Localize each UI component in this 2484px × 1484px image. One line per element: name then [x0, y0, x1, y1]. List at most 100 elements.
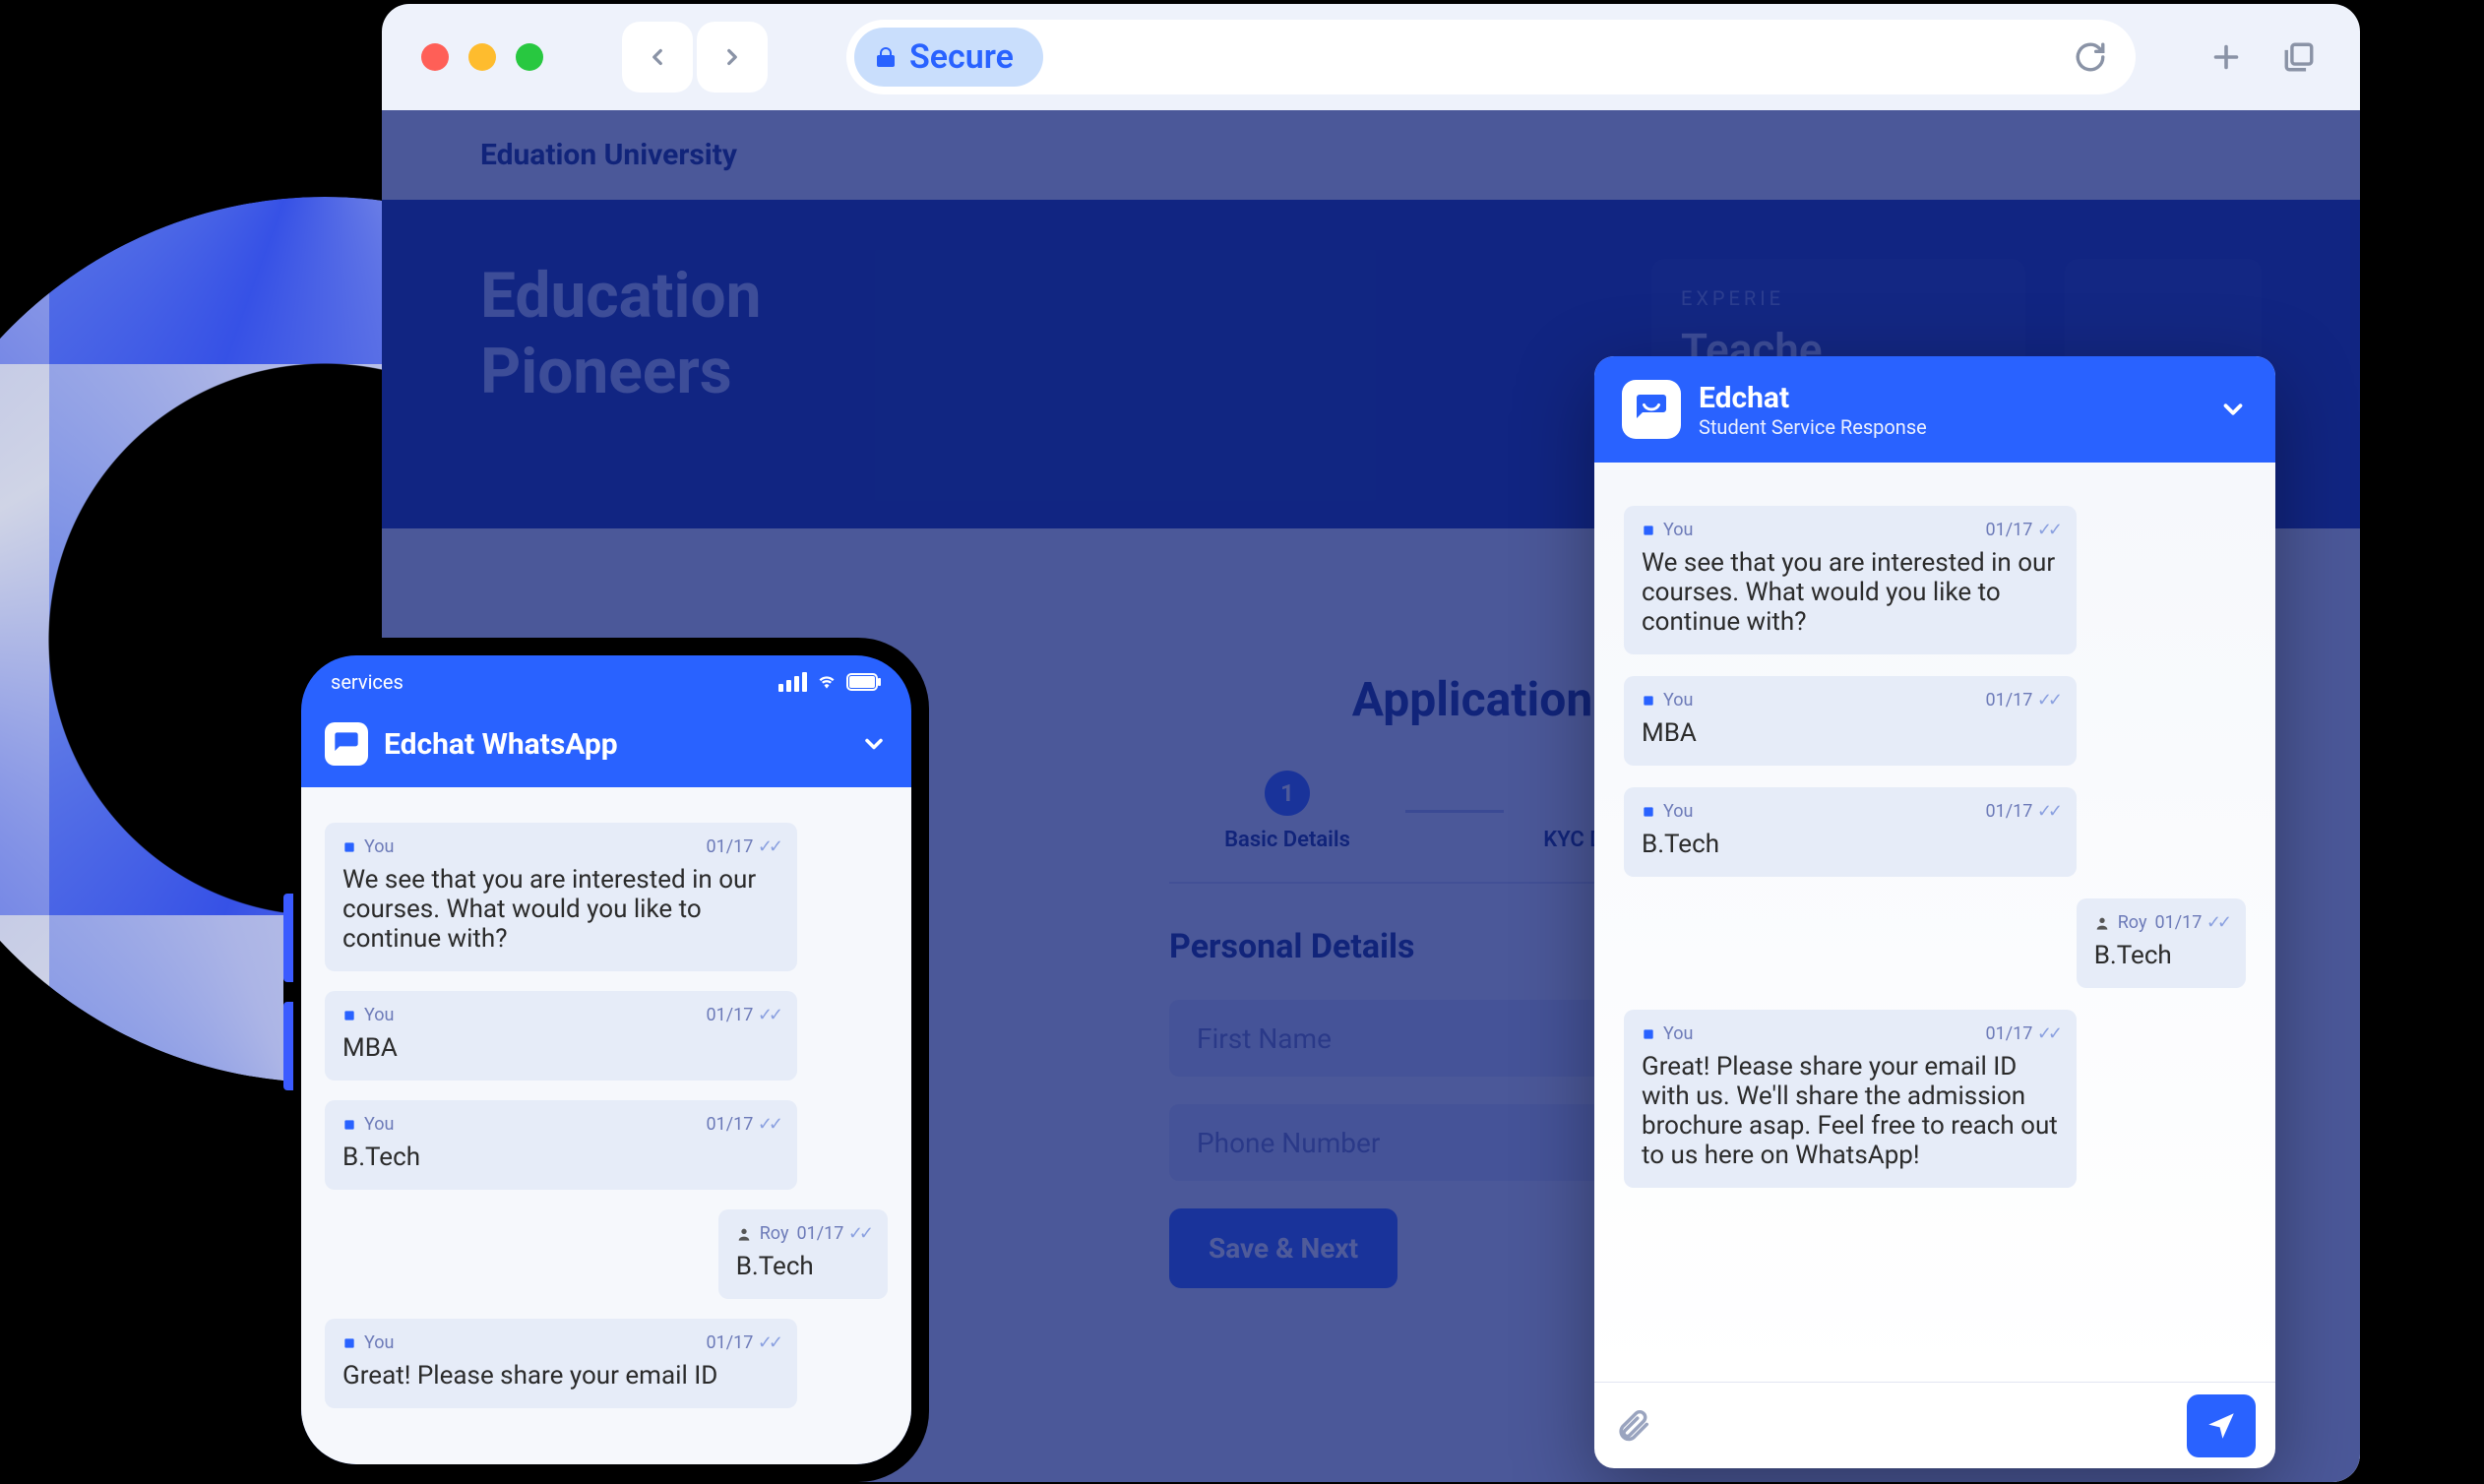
chat-subtitle: Student Service Response [1699, 415, 1927, 439]
chat-message[interactable]: You 01/17 ✓✓ We see that you are intereste… [1624, 506, 2077, 654]
sender-icon [1642, 805, 1655, 819]
read-check-icon: ✓✓ [758, 1114, 779, 1135]
message-text: Great! Please share your email ID [342, 1361, 779, 1391]
sender-name: Roy [2118, 912, 2147, 933]
read-check-icon: ✓✓ [2037, 801, 2059, 822]
phone-screen: services Edchat WhatsApp You 01/17 ✓✓ We s… [301, 655, 911, 1464]
chat-message[interactable]: You 01/17 ✓✓ B.Tech [1624, 787, 2077, 877]
chat-messages: You 01/17 ✓✓ We see that you are intereste… [1594, 463, 2275, 1382]
sender-icon [1642, 694, 1655, 708]
message-date: 01/17 ✓✓ [1985, 520, 2059, 540]
maximize-window-icon[interactable] [516, 43, 543, 71]
sender-icon [1642, 524, 1655, 537]
sender-name: You [1663, 1023, 1693, 1044]
nav-buttons [622, 22, 768, 93]
sender-name: You [364, 1114, 394, 1135]
hero-title-line1: Education [480, 259, 761, 335]
edchat-widget: Edchat Student Service Response You01/17… [1594, 356, 2275, 1468]
back-button[interactable] [622, 22, 693, 93]
chat-message[interactable]: You01/17 ✓✓MBA [1624, 676, 2077, 766]
chevron-down-icon[interactable] [860, 730, 888, 758]
hero-title: Education Pioneers [480, 259, 761, 410]
chevron-down-icon[interactable] [2218, 395, 2248, 424]
message-text: B.Tech [2094, 941, 2228, 970]
close-window-icon[interactable] [421, 43, 449, 71]
reload-button[interactable] [2069, 35, 2112, 79]
message-text: We see that you are interested in our co… [1642, 548, 2059, 637]
sender-icon [736, 1226, 752, 1242]
sender-name: You [364, 836, 394, 857]
whatsapp-chat-header[interactable]: Edchat WhatsApp [301, 709, 911, 787]
message-date: 01/17 ✓✓ [706, 836, 779, 857]
lock-icon [874, 43, 898, 71]
site-header: Eduation University [382, 110, 2360, 200]
whatsapp-chat-title: Edchat WhatsApp [384, 727, 618, 762]
chat-message[interactable]: You01/17 ✓✓Great! Please share your emai… [1624, 1010, 2077, 1188]
whatsapp-messages: You 01/17 ✓✓ We see that you are intereste… [301, 787, 911, 1464]
sender-icon [2094, 915, 2110, 931]
message-text: B.Tech [1642, 830, 2059, 859]
phone-status-bar: services [301, 655, 911, 709]
secure-indicator: Secure [854, 28, 1043, 87]
signal-icon [778, 672, 807, 692]
read-check-icon: ✓✓ [2037, 1023, 2059, 1044]
card-eyebrow: EXPERIE [1681, 286, 1996, 310]
sender-icon [342, 840, 356, 854]
volume-up-button [283, 894, 293, 982]
address-bar[interactable]: Secure [846, 20, 2136, 94]
read-check-icon: ✓✓ [2037, 520, 2059, 540]
read-check-icon: ✓✓ [2206, 912, 2228, 933]
message-date: 01/17 ✓✓ [706, 1114, 779, 1135]
minimize-window-icon[interactable] [468, 43, 496, 71]
battery-icon [846, 673, 882, 691]
message-date: 01/17 ✓✓ [1985, 801, 2059, 822]
chat-message[interactable]: You 01/17 ✓✓ We see that you are intereste… [325, 823, 797, 971]
sender-name: You [1663, 801, 1693, 822]
wifi-icon [815, 672, 838, 692]
read-check-icon: ✓✓ [848, 1223, 870, 1244]
sender-name: You [364, 1005, 394, 1025]
sender-icon [342, 1009, 356, 1022]
step-basic-details[interactable]: 1 Basic Details [1169, 771, 1405, 852]
browser-toolbar: Secure [382, 4, 2360, 110]
chat-header[interactable]: Edchat Student Service Response [1594, 356, 2275, 463]
send-button[interactable] [2187, 1394, 2256, 1457]
read-check-icon: ✓✓ [2037, 690, 2059, 711]
volume-down-button [283, 1002, 293, 1090]
chat-message[interactable]: You 01/17 ✓✓ Great! Please share your emai… [325, 1319, 797, 1408]
chat-message[interactable]: Roy01/17 ✓✓B.Tech [718, 1209, 888, 1299]
carrier-label: services [331, 670, 404, 694]
step-label: Basic Details [1224, 828, 1350, 852]
chat-message[interactable]: Roy01/17 ✓✓B.Tech [2077, 898, 2246, 988]
sender-icon [1642, 1027, 1655, 1041]
message-text: We see that you are interested in our co… [342, 865, 779, 954]
chat-titles: Edchat Student Service Response [1699, 381, 1927, 439]
message-text: Great! Please share your email ID with u… [1642, 1052, 2059, 1170]
window-controls [421, 43, 543, 71]
read-check-icon: ✓✓ [758, 1005, 779, 1025]
new-tab-button[interactable] [2205, 35, 2248, 79]
message-text: B.Tech [342, 1143, 779, 1172]
sender-name: You [364, 1332, 394, 1353]
secure-label: Secure [909, 37, 1014, 77]
message-text: MBA [1642, 718, 2059, 748]
read-check-icon: ✓✓ [758, 836, 779, 857]
sender-name: You [1663, 520, 1693, 540]
chat-message[interactable]: You01/17 ✓✓MBA [325, 991, 797, 1081]
read-check-icon: ✓✓ [758, 1332, 779, 1353]
edchat-logo-icon [1622, 380, 1681, 439]
sender-name: You [1663, 690, 1693, 711]
message-date: 01/17 ✓✓ [706, 1332, 779, 1353]
chat-input-bar [1594, 1382, 2275, 1468]
chat-message[interactable]: You 01/17 ✓✓ B.Tech [325, 1100, 797, 1190]
sender-icon [342, 1118, 356, 1132]
sender-name: Roy [760, 1223, 789, 1244]
whatsapp-logo-icon [325, 722, 368, 766]
attachment-icon[interactable] [1614, 1407, 1651, 1445]
save-next-button[interactable]: Save & Next [1169, 1208, 1397, 1288]
message-text: B.Tech [736, 1252, 870, 1281]
tabs-overview-button[interactable] [2277, 35, 2321, 79]
toolbar-right-icons [2205, 35, 2321, 79]
message-date: 01/17 ✓✓ [706, 1005, 779, 1025]
forward-button[interactable] [697, 22, 768, 93]
